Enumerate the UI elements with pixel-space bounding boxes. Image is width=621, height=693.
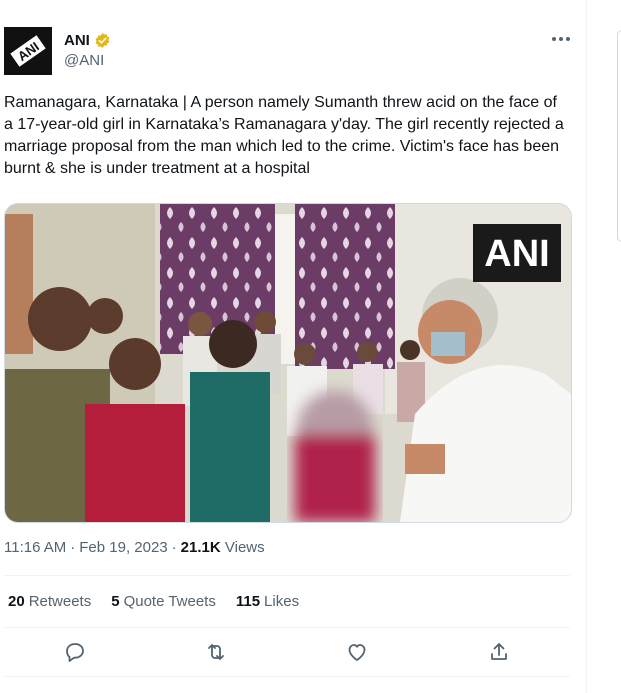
retweet-button[interactable] — [204, 640, 228, 664]
more-icon — [552, 37, 570, 41]
share-button[interactable] — [487, 640, 511, 664]
tweet-stats: 20 Retweets 5 Quote Tweets 115 Likes — [8, 593, 299, 610]
quotes-stat[interactable]: 5 Quote Tweets — [111, 593, 216, 610]
divider — [4, 627, 570, 628]
author-handle[interactable]: @ANI — [64, 52, 111, 69]
views-label: Views — [224, 539, 265, 556]
tweet-meta: 11:16 AM · Feb 19, 2023 · 21.1K Views — [4, 539, 265, 556]
reply-button[interactable] — [63, 640, 87, 664]
likes-label: Likes — [264, 593, 300, 610]
verified-badge-icon — [95, 33, 110, 48]
retweets-count: 20 — [8, 593, 25, 610]
quotes-label: Quote Tweets — [123, 593, 216, 610]
tweet-date[interactable]: Feb 19, 2023 — [79, 539, 167, 556]
reply-icon — [66, 643, 84, 662]
tweet-time[interactable]: 11:16 AM — [4, 539, 66, 556]
likes-count: 115 — [235, 593, 261, 610]
action-bar — [0, 640, 586, 664]
tweet-card: ANI ANI @ANI Ramanagara, Karnataka | A p… — [0, 0, 587, 693]
author-name-row[interactable]: ANI — [64, 32, 111, 49]
quotes-count: 5 — [111, 593, 120, 610]
meta-separator: · — [171, 539, 177, 556]
tweet-text: Ramanagara, Karnataka | A person namely … — [4, 94, 564, 177]
avatar[interactable]: ANI — [4, 27, 52, 75]
views-count: 21.1K — [180, 539, 221, 556]
meta-separator: · — [70, 539, 76, 556]
like-button[interactable] — [345, 640, 369, 664]
more-button[interactable] — [548, 28, 574, 50]
tweet-media-image[interactable]: ANI — [4, 203, 572, 523]
media-watermark: ANI — [484, 233, 549, 275]
divider — [4, 676, 570, 677]
retweets-label: Retweets — [28, 593, 92, 610]
divider — [4, 575, 570, 576]
retweet-icon — [208, 644, 224, 660]
share-icon — [491, 643, 507, 660]
retweets-stat[interactable]: 20 Retweets — [8, 593, 91, 610]
author-name[interactable]: ANI — [64, 32, 90, 49]
like-icon — [348, 644, 366, 661]
side-panel-edge — [617, 30, 621, 242]
author-block: ANI @ANI — [64, 32, 111, 69]
news-photo: ANI — [5, 204, 571, 522]
likes-stat[interactable]: 115 Likes — [236, 593, 299, 610]
